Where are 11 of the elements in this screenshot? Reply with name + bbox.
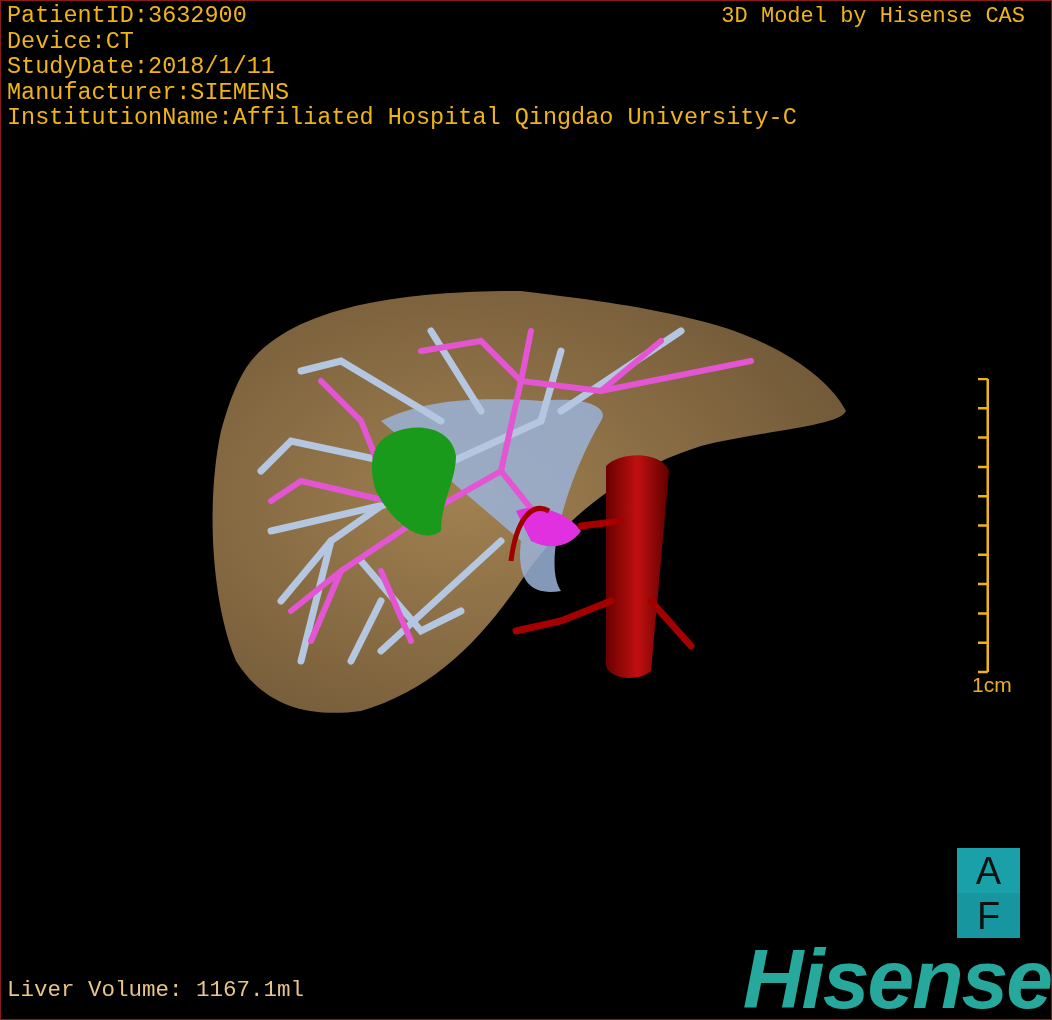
brand-logo: Hisense <box>742 944 1051 1014</box>
info-line: PatientID:3632900 <box>7 3 247 29</box>
info-line: StudyDate:2018/1/11 <box>7 54 275 80</box>
viewer-title: 3D Model by Hisense CAS <box>721 3 1026 31</box>
info-line: InstitutionName:Affiliated Hospital Qingdao University-C <box>7 105 797 131</box>
orientation-cube[interactable]: A F <box>957 848 1020 938</box>
volume-readout: Liver Volume: 1167.1ml <box>7 977 305 1003</box>
info-line: Manufacturer:SIEMENS <box>7 79 290 105</box>
scale-label: 1cm <box>972 674 1012 696</box>
info-line: Device:CT <box>7 28 134 54</box>
scale-bar-icon <box>978 378 989 674</box>
